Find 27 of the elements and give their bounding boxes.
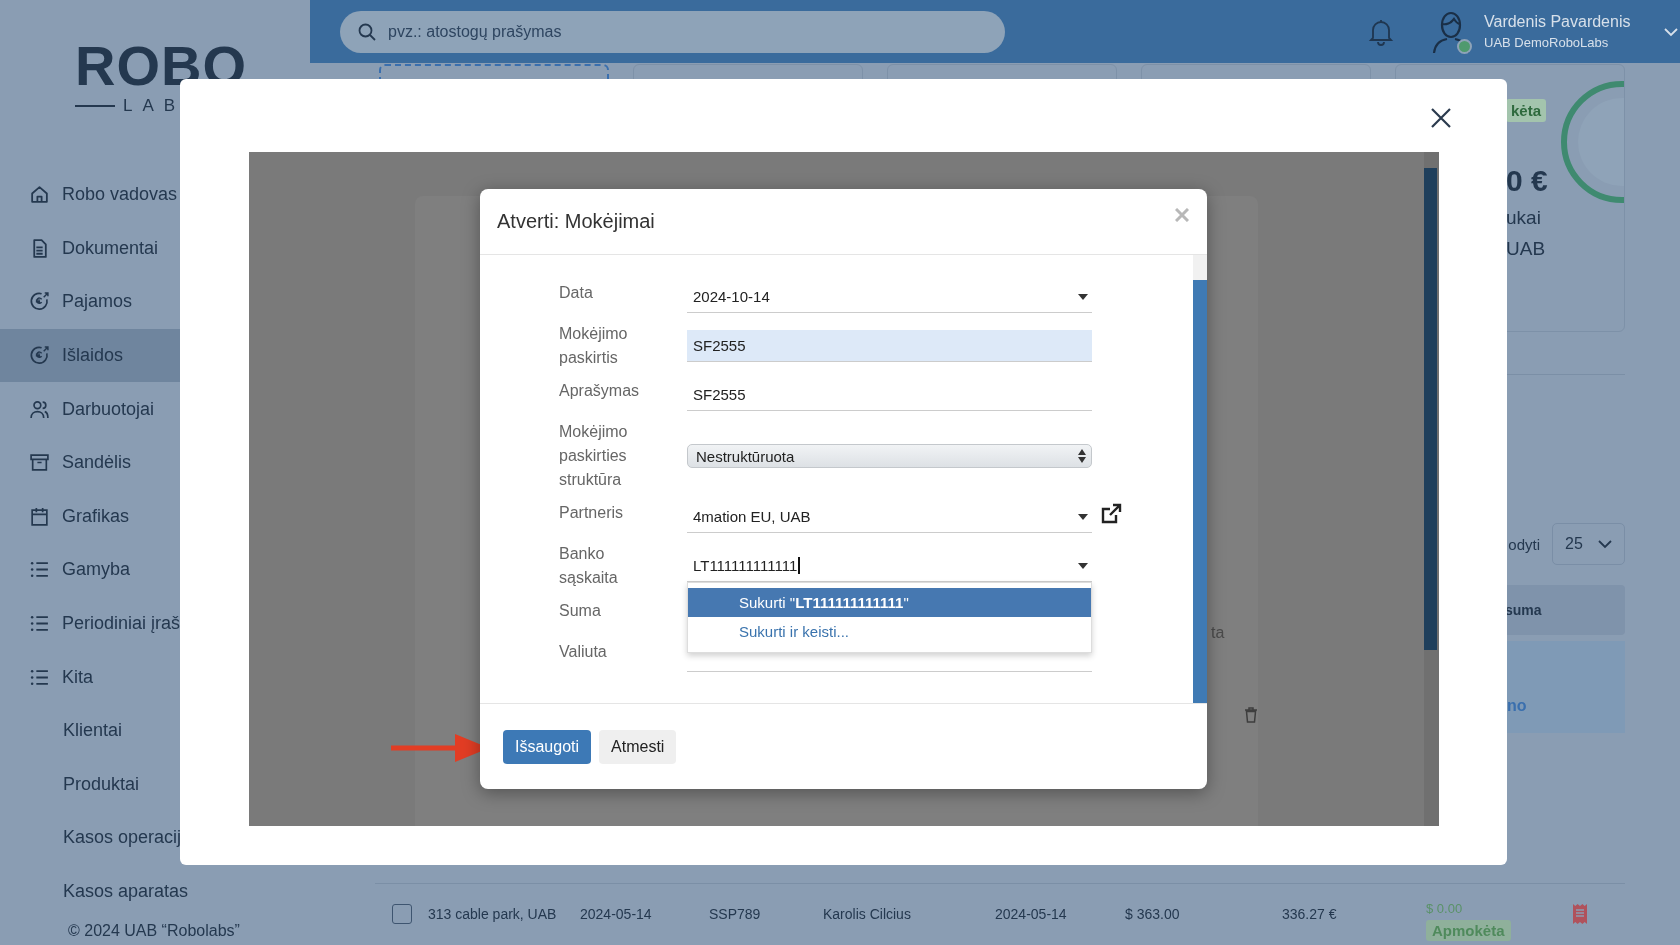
card-text: ukai	[1506, 207, 1541, 229]
logo-tagline: LAB	[123, 96, 186, 116]
field-label: Mokėjimo paskirties struktūra	[559, 422, 629, 490]
user-name: Vardenis Pavardenis	[1484, 13, 1632, 31]
table-cell-text: 313 cable park, UAB	[428, 905, 558, 922]
field-label: Suma	[559, 601, 602, 621]
field-label: Valiuta	[559, 642, 608, 662]
table-cell-text: Karolis Cilcius	[823, 905, 912, 922]
table-cell-text: 336.27 €	[1282, 905, 1338, 922]
table-cell-text: SSP789	[709, 905, 762, 922]
paid-amount: $ 0.00	[1426, 900, 1463, 916]
field-label: Aprašymas	[559, 381, 641, 401]
company-name: UAB DemoRoboLabs	[1484, 35, 1610, 50]
field-label: Partneris	[559, 503, 625, 523]
table-cell-text: 2024-05-14	[995, 905, 1068, 922]
amount-text: 0 €	[1506, 164, 1548, 198]
copyright-text: © 2024 UAB “Robolabs”	[68, 922, 241, 940]
field-label: Banko sąskaita	[559, 544, 619, 588]
field-label: Mokėjimo paskirtis	[559, 324, 629, 368]
status-badge: kėta	[1506, 99, 1547, 122]
status-badge: Apmokėta	[1426, 919, 1511, 941]
dialog-title: Atverti: Mokėjimai	[497, 210, 655, 233]
table-cell-text: $ 363.00	[1125, 905, 1181, 922]
page-size-label: odyti	[1508, 535, 1540, 553]
card-text: UAB	[1506, 238, 1546, 260]
table-cell-text: 2024-05-14	[580, 905, 653, 922]
field-label: Data	[559, 283, 594, 303]
